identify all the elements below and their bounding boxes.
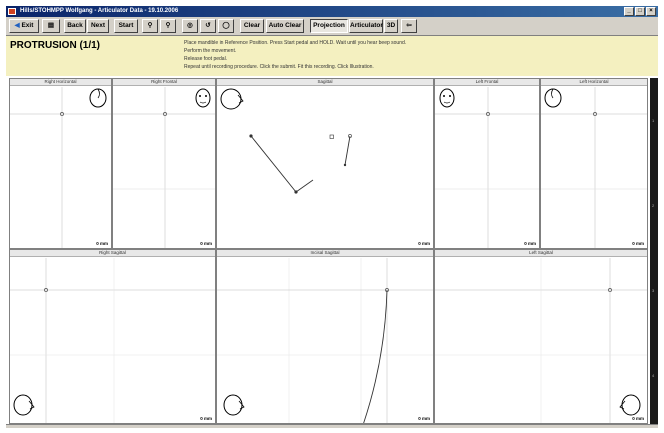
left-sagittal-plot [435,258,647,423]
protrusion-trace [250,135,314,193]
3d-button[interactable]: 3D [384,19,398,33]
panel-right-frontal[interactable]: Right Frontal 0 mm [112,78,216,249]
right-horizontal-plot [10,87,111,248]
scale-label: 0 mm [200,416,212,421]
zoom-out-button[interactable]: ⚲ [160,19,176,33]
right-frontal-plot [113,87,215,248]
scale-label: 0 mm [632,241,644,246]
incisal-trace [363,289,388,423]
scale-mark: 4 [652,373,655,378]
exit-icon: ◀ [14,22,20,29]
window-title: Hills/STOHMPP Wolfgang - Articulator Dat… [20,8,179,14]
rotate-icon: ◎ [187,22,193,29]
head-icon [619,394,641,416]
head-icon [223,394,245,416]
back-button[interactable]: Back [64,19,86,33]
scale-label: 0 mm [524,241,536,246]
right-sagittal-plot [10,258,215,423]
auto-clear-button[interactable]: Auto Clear [266,19,304,33]
undo-icon: ↺ [205,22,211,29]
maximize-button[interactable]: □ [635,7,645,16]
undo-button[interactable]: ↺ [200,19,216,33]
magnifier-icon: ⚲ [165,22,171,29]
window-titlebar: Hills/STOHMPP Wolfgang - Articulator Dat… [6,6,658,17]
scale-label: 0 mm [96,241,108,246]
scale-label: 0 mm [200,241,212,246]
head-icon [544,88,562,108]
next-button[interactable]: Next [87,19,109,33]
toolbar: ◀ Exit ▤ Back Next Start ⚲ ⚲ ◎ ↺ ◯ Clear… [6,17,658,36]
scale-mark: 2 [652,203,655,208]
panel-sagittal[interactable]: Sagittal 0 mm [216,78,434,249]
head-icon [220,88,244,110]
sagittal-plot [220,88,352,194]
exit-button[interactable]: ◀ Exit [9,19,39,33]
magnifier-icon: ⚲ [147,22,153,29]
redo-icon: ◯ [222,22,230,29]
scale-label: 0 mm [418,416,430,421]
rotate-button[interactable]: ◎ [182,19,198,33]
page-title: PROTRUSION (1/1) [10,40,101,51]
print-button[interactable]: ▤ [42,19,60,33]
articulator-button[interactable]: Articulator [349,19,383,33]
instruction-area: PROTRUSION (1/1) Place mandible in Refer… [6,36,658,76]
scale-label: 0 mm [418,241,430,246]
instruction-line: Perform the movement. [184,48,237,54]
exit-label: Exit [21,22,34,29]
condyle-trace [344,135,351,166]
head-icon [89,88,107,108]
scale-mark: 1 [652,118,655,123]
instruction-line: Place mandible in Reference Position. Pr… [184,40,407,46]
minimize-button[interactable]: _ [624,7,634,16]
instruction-line: Repeat until recording procedure. Click … [184,64,374,70]
instruction-line: Release foot pedal. [184,56,228,62]
face-icon [439,88,455,108]
panel-left-sagittal[interactable]: Left Sagittal 0 mm [434,249,648,424]
scale-mark: 3 [652,288,655,293]
panel-incisal-sagittal[interactable]: Incisal Sagittal 0 mm [216,249,434,424]
clear-button[interactable]: Clear [240,19,264,33]
panel-left-frontal[interactable]: Left Frontal 0 mm [434,78,540,249]
scale-sidebar: 1 2 3 4 [650,78,658,424]
start-button[interactable]: Start [114,19,138,33]
head-icon [13,394,35,416]
face-icon [195,88,211,108]
close-button[interactable]: × [646,7,656,16]
scale-label: 0 mm [632,416,644,421]
panel-right-sagittal[interactable]: Right Sagittal 0 mm [9,249,216,424]
print-icon: ▤ [47,22,55,29]
left-horizontal-plot [541,87,647,248]
arrow-left-icon: ⇦ [406,22,412,29]
app-icon [8,8,16,15]
incisal-sagittal-plot [217,258,433,423]
zoom-in-button[interactable]: ⚲ [142,19,158,33]
projection-button[interactable]: Projection [310,19,348,33]
status-bar [6,424,658,428]
left-frontal-plot [435,87,539,248]
redo-button[interactable]: ◯ [218,19,234,33]
panel-left-horizontal[interactable]: Left Horizontal 0 mm [540,78,648,249]
panel-right-horizontal[interactable]: Right Horizontal 0 mm [9,78,112,249]
arrow-button[interactable]: ⇦ [401,19,417,33]
